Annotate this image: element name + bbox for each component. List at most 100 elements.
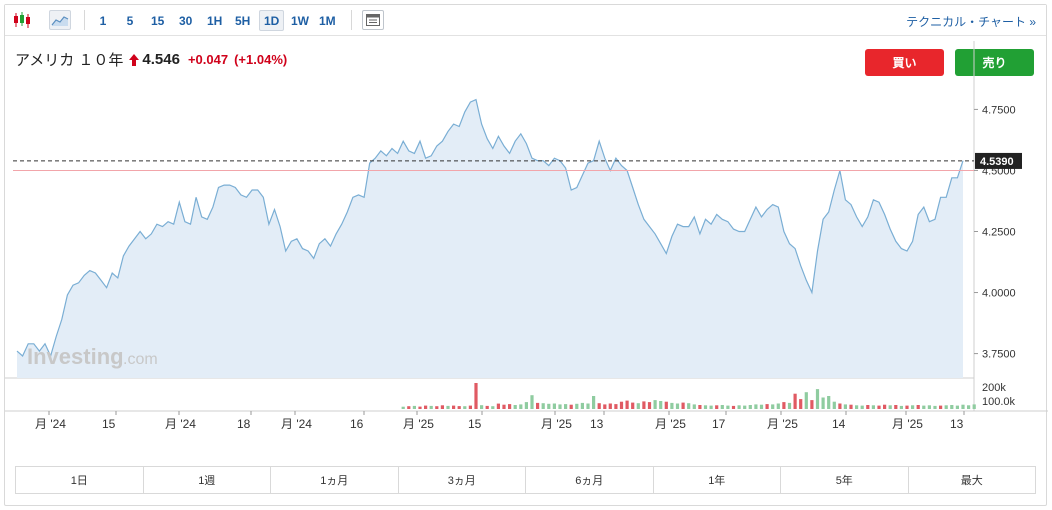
volume-bar [748, 405, 752, 409]
volume-bar [530, 395, 534, 409]
volume-bar [877, 405, 881, 409]
volume-bar [759, 404, 764, 409]
volume-bar [787, 402, 792, 409]
volume-bar [429, 405, 433, 409]
volume-bar [564, 404, 568, 409]
volume-axis-label: 100.0k [982, 396, 1016, 408]
volume-bar [642, 401, 646, 409]
volume-bar [675, 403, 680, 409]
x-tick-label: 18 [237, 417, 251, 431]
volume-bar [866, 405, 870, 409]
volume-bar [698, 405, 702, 409]
volume-bar [552, 403, 556, 409]
volume-bar [754, 404, 758, 409]
volume-bar [961, 404, 965, 409]
x-tick-label: 月 '24 [281, 417, 312, 431]
range-3-months[interactable]: 3ヵ月 [399, 467, 526, 493]
range-selector: 1日 1週 1ヵ月 3ヵ月 6ヵ月 1年 5年 最大 [15, 466, 1036, 494]
volume-bar [782, 402, 786, 409]
volume-bar [541, 403, 545, 409]
x-tick-label: 13 [590, 417, 604, 431]
x-tick-label: 13 [950, 417, 964, 431]
volume-bar [558, 404, 562, 409]
volume-bar [799, 399, 803, 409]
range-1-week[interactable]: 1週 [144, 467, 271, 493]
volume-bar [681, 402, 685, 409]
price-chart[interactable]: 200k100.0k 3.75004.00004.25004.50004.750… [5, 5, 1048, 445]
volume-bar [860, 405, 864, 409]
volume-bar [508, 404, 512, 409]
volume-bar [664, 401, 668, 409]
volume-bar [424, 405, 428, 409]
volume-bar [547, 403, 551, 409]
volume-bar [480, 405, 484, 409]
volume-bar [659, 401, 663, 409]
volume-bar [720, 405, 724, 409]
range-1-month[interactable]: 1ヵ月 [271, 467, 399, 493]
volume-bar [771, 404, 775, 409]
volume-bar [838, 403, 842, 409]
y-tick-label: 3.7500 [982, 349, 1016, 361]
volume-bar [692, 404, 696, 409]
volume-bar [401, 406, 405, 409]
watermark-logo: Investing [27, 344, 124, 369]
volume-bar [832, 401, 836, 409]
volume-bar [407, 406, 411, 409]
chart-widget: 1 5 15 30 1H 5H 1D 1W 1M テクニカル・チャート » アメ… [4, 4, 1048, 506]
range-max[interactable]: 最大 [909, 467, 1036, 493]
volume-bar [496, 403, 500, 409]
volume-bar [586, 403, 590, 409]
x-tick-label: 16 [350, 417, 364, 431]
y-tick-label: 4.7500 [982, 104, 1016, 116]
volume-bar [703, 405, 708, 409]
volume-bar [855, 405, 859, 409]
volume-bar [603, 404, 607, 409]
volume-bar [474, 383, 478, 409]
volume-bar [967, 405, 971, 409]
volume-bar [715, 405, 719, 409]
range-1-year[interactable]: 1年 [654, 467, 781, 493]
volume-bar [804, 392, 808, 409]
volume-bar [485, 405, 489, 409]
volume-bar [491, 406, 495, 409]
volume-bar [731, 405, 736, 409]
x-tick-label: 月 '24 [165, 417, 196, 431]
volume-bar [916, 405, 920, 409]
volume-bar [709, 405, 713, 409]
volume-bar [463, 406, 467, 409]
volume-bar [927, 405, 931, 409]
volume-bar [636, 403, 640, 409]
volume-bar [569, 404, 573, 409]
volume-bar [536, 402, 540, 409]
x-tick-label: 月 '25 [655, 417, 686, 431]
range-1-day[interactable]: 1日 [16, 467, 144, 493]
volume-bar [631, 402, 635, 409]
volume-bar [519, 404, 523, 409]
volume-bar [922, 405, 926, 409]
volume-bar [776, 403, 780, 409]
volume-bar [619, 401, 624, 409]
x-tick-label: 15 [468, 417, 482, 431]
volume-bar [765, 404, 769, 409]
current-price-label: 4.5390 [980, 156, 1014, 168]
volume-bar [687, 403, 691, 409]
volume-bar [815, 389, 820, 409]
volume-bar [647, 402, 652, 409]
range-5-years[interactable]: 5年 [781, 467, 909, 493]
volume-bar [580, 402, 584, 409]
volume-bar [821, 397, 825, 409]
volume-axis-label: 200k [982, 382, 1006, 394]
volume-bar [575, 403, 579, 409]
volume-bar [524, 402, 528, 409]
volume-bar [972, 404, 976, 409]
range-6-months[interactable]: 6ヵ月 [526, 467, 654, 493]
volume-bar [614, 404, 618, 409]
volume-bar [888, 405, 892, 409]
volume-bar [793, 393, 797, 409]
volume-bar [440, 405, 444, 409]
volume-bar [939, 405, 943, 409]
volume-bar [899, 405, 903, 409]
price-area [17, 99, 963, 378]
volume-bar [933, 405, 937, 409]
volume-bar [625, 400, 629, 409]
